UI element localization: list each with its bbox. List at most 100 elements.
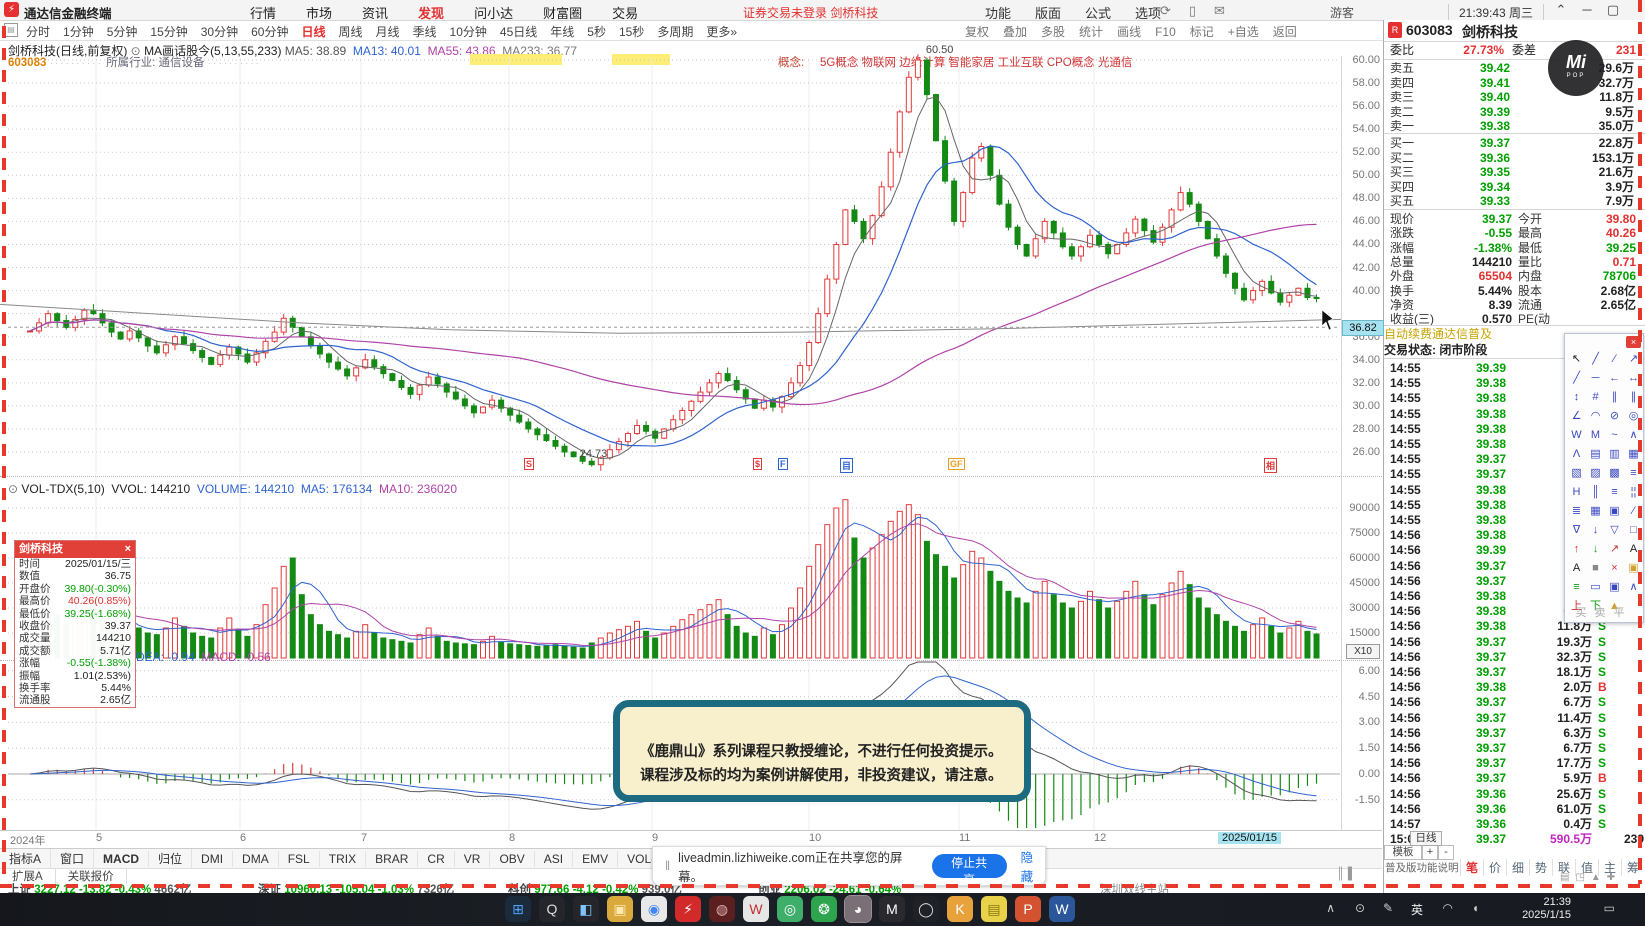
buy-row-买五[interactable]: 买五 39.33 7.9万 [1384, 194, 1645, 208]
mi-app-icon[interactable]: M [879, 896, 905, 922]
tray-chevron-icon[interactable]: ∧ [1326, 901, 1335, 915]
indicator-tab-VR[interactable]: VR [455, 851, 491, 867]
draw-tool-icon[interactable]: ▨ [1586, 464, 1605, 483]
indicator-tab-OBV[interactable]: OBV [490, 851, 535, 867]
sell-row-卖三[interactable]: 卖三 39.40 11.8万 [1384, 90, 1645, 104]
zoom-in-button[interactable]: + [1422, 845, 1438, 860]
layout-icons[interactable]: ║ ▌ [1337, 868, 1357, 880]
wechat-icon[interactable]: ❂ [811, 896, 837, 922]
sell-row-卖四[interactable]: 卖四 39.41 32.7万 [1384, 76, 1645, 90]
qq-icon[interactable]: ◕ [844, 895, 872, 923]
green-app-icon[interactable]: ◎ [777, 896, 803, 922]
draw-tool-icon[interactable]: ≡ [1605, 483, 1624, 502]
settings-dot-icon[interactable]: ⊙ [8, 482, 21, 496]
draw-tool-icon[interactable]: × [1605, 559, 1624, 578]
indicator-tab-MACD[interactable]: MACD [94, 851, 150, 867]
mini-tab-价[interactable]: 价 [1483, 859, 1506, 876]
draw-tool-icon[interactable]: ↓ [1586, 521, 1605, 540]
volume-icon[interactable]: ◖ [1472, 901, 1479, 915]
maximize-button[interactable]: ▢ [1600, 2, 1626, 18]
buy-row-买二[interactable]: 买二 39.36 153.1万 [1384, 151, 1645, 165]
tick-row[interactable]: 14:56 39.37 6.7万 S [1384, 741, 1645, 756]
pen-icon[interactable]: ✎ [1383, 901, 1393, 915]
tick-row[interactable]: 14:56 39.36 25.6万 S [1384, 787, 1645, 802]
wh6-app-icon[interactable]: W [743, 896, 769, 922]
search-icon[interactable]: Q [539, 896, 565, 922]
draw-tool-icon[interactable]: ╱ [1567, 369, 1586, 388]
tick-row[interactable]: 14:56 39.37 6.3万 S [1384, 726, 1645, 741]
mini-tab-势[interactable]: 势 [1529, 859, 1552, 876]
chat-app-icon[interactable]: ◧ [573, 896, 599, 922]
kugou-app-icon[interactable]: K [947, 896, 973, 922]
draw-tool-icon[interactable]: ─ [1586, 369, 1605, 388]
camera-app-icon[interactable]: ◯ [913, 896, 939, 922]
taskbar-clock[interactable]: 21:39 2025/1/15 [1522, 896, 1571, 922]
tick-row[interactable]: 14:56 39.37 5.9万 B [1384, 771, 1645, 786]
draw-tool-icon[interactable]: ≣ [1567, 502, 1586, 521]
ime-lang-indicator[interactable]: 英 [1411, 901, 1423, 918]
tick-row[interactable]: 14:56 39.37 19.3万 S [1384, 635, 1645, 650]
wifi-icon[interactable]: ◠ [1443, 901, 1453, 915]
mic-icon[interactable]: ⊙ [1355, 901, 1365, 915]
notification-icon[interactable]: ▭ [1604, 901, 1615, 915]
tooltip-header[interactable]: 剑桥科技 × [15, 541, 135, 558]
indicator-tab-DMI[interactable]: DMI [192, 851, 234, 867]
draw-tool-icon[interactable]: ║ [1586, 483, 1605, 502]
bs-filter-buttons[interactable]: 买卖平 [1565, 604, 1643, 620]
chrome-icon[interactable]: ◉ [641, 896, 667, 922]
draw-tool-icon[interactable]: ▣ [1605, 578, 1624, 597]
powerpoint-icon[interactable]: P [1015, 896, 1041, 922]
indicator-tab-TRIX[interactable]: TRIX [320, 851, 367, 867]
draw-tool-icon[interactable]: ∥ [1605, 388, 1624, 407]
indicator-tab-窗口[interactable]: 窗口 [51, 849, 95, 868]
tick-row[interactable]: 14:56 39.37 6.7万 S [1384, 695, 1645, 710]
draw-tool-icon[interactable]: ◠ [1586, 407, 1605, 426]
draw-tool-icon[interactable]: ▥ [1605, 445, 1624, 464]
draw-tool-icon[interactable]: ≡ [1567, 578, 1586, 597]
sell-row-卖五[interactable]: 卖五 39.42 29.6万 [1384, 61, 1645, 75]
draw-tool-icon[interactable]: ⊘ [1605, 407, 1624, 426]
tick-row[interactable]: 14:56 39.38 2.0万 B [1384, 680, 1645, 695]
draw-tool-icon[interactable]: H [1567, 483, 1586, 502]
indicator-tab-DMA[interactable]: DMA [233, 851, 279, 867]
draw-tool-icon[interactable]: ▣ [1605, 502, 1624, 521]
tdx-app-icon[interactable]: ⚡ [675, 896, 701, 922]
word-icon[interactable]: W [1049, 896, 1075, 922]
mini-tab-笔[interactable]: 笔 [1460, 859, 1483, 876]
template-button[interactable]: 模板 [1384, 845, 1422, 860]
tick-row[interactable]: 14:56 39.37 11.4万 S [1384, 711, 1645, 726]
period-box[interactable]: 日线 [1410, 831, 1442, 846]
buy-row-买一[interactable]: 买一 39.37 22.8万 [1384, 136, 1645, 150]
buy-row-买四[interactable]: 买四 39.34 3.9万 [1384, 180, 1645, 194]
draw-tool-icon[interactable]: # [1586, 388, 1605, 407]
draw-tool-icon[interactable]: ~ [1605, 426, 1624, 445]
file-explorer-icon[interactable]: ▣ [607, 896, 633, 922]
draw-tool-icon[interactable]: ▧ [1567, 464, 1586, 483]
tick-row[interactable]: 14:56 39.37 17.7万 S [1384, 756, 1645, 771]
collapse-window-button[interactable]: ⌃ [1548, 2, 1574, 18]
tick-row[interactable]: 14:57 39.36 0.4万 S [1384, 817, 1645, 832]
buy-row-买三[interactable]: 买三 39.35 21.6万 [1384, 165, 1645, 179]
zoom-out-button[interactable]: - [1438, 845, 1454, 860]
indicator-tab-归位[interactable]: 归位 [149, 849, 193, 868]
draw-tool-icon[interactable]: ↖ [1567, 350, 1586, 369]
draw-tool-icon[interactable]: ▦ [1586, 502, 1605, 521]
sell-row-卖一[interactable]: 卖一 39.38 35.0万 [1384, 119, 1645, 133]
draw-tool-icon[interactable]: ╱ [1586, 350, 1605, 369]
minimize-button[interactable]: ─ [1574, 2, 1600, 17]
draw-tool-icon[interactable]: ↗ [1605, 540, 1624, 559]
draw-tool-icon[interactable]: W [1567, 426, 1586, 445]
tick-row[interactable]: 14:56 39.37 32.3万 S [1384, 650, 1645, 665]
tick-row[interactable]: 14:56 39.37 18.1万 S [1384, 665, 1645, 680]
stickynotes-icon[interactable]: ▤ [981, 896, 1007, 922]
start-button[interactable]: ⊞ [505, 896, 531, 922]
indicator-tab-指标A[interactable]: 指标A [0, 849, 52, 868]
draw-tool-icon[interactable]: ∇ [1567, 521, 1586, 540]
draw-tool-icon[interactable]: A [1567, 559, 1586, 578]
draw-tool-icon[interactable]: Λ [1567, 445, 1586, 464]
panel-tool-icons[interactable]: ▤◳▲✚ [1560, 872, 1621, 883]
edition-note[interactable]: 普及版功能说明 [1385, 860, 1459, 875]
indicator-tab-EMV[interactable]: EMV [573, 851, 619, 867]
sell-row-卖二[interactable]: 卖二 39.39 9.5万 [1384, 105, 1645, 119]
mini-tab-细[interactable]: 细 [1506, 859, 1529, 876]
